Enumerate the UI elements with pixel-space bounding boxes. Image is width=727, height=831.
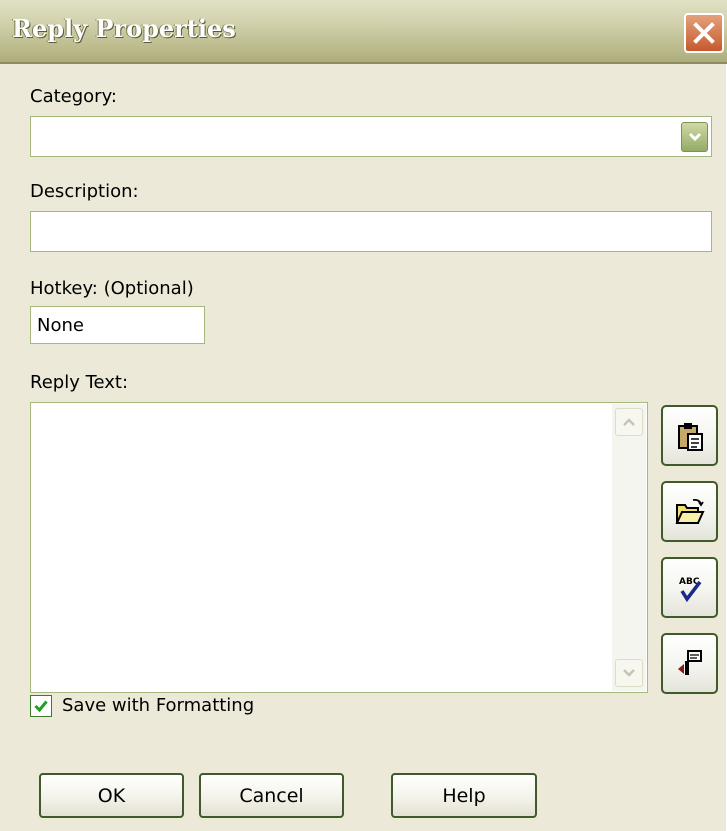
vertical-scrollbar[interactable] <box>612 404 646 691</box>
reply-properties-dialog: Reply Properties Category: Description: … <box>0 0 727 831</box>
open-file-button[interactable] <box>661 481 718 542</box>
ok-button[interactable]: OK <box>39 773 184 818</box>
hotkey-label: Hotkey: (Optional) <box>30 278 194 299</box>
chevron-down-icon <box>623 669 635 677</box>
title-bar[interactable]: Reply Properties <box>0 0 727 64</box>
spell-check-button[interactable]: ABC <box>661 557 718 618</box>
description-input[interactable] <box>31 212 711 251</box>
save-formatting-checkbox[interactable] <box>30 695 52 717</box>
description-field[interactable] <box>30 211 712 252</box>
close-button[interactable] <box>684 13 724 53</box>
window-title: Reply Properties <box>12 14 236 43</box>
insert-field-icon <box>677 649 702 675</box>
chevron-up-icon <box>623 418 635 426</box>
reply-text-label: Reply Text: <box>30 372 129 393</box>
category-label: Category: <box>30 86 117 107</box>
category-dropdown[interactable] <box>30 116 712 157</box>
paste-icon <box>677 422 703 451</box>
save-formatting-label[interactable]: Save with Formatting <box>62 695 254 716</box>
spell-check-icon: ABC <box>679 577 701 602</box>
category-dropdown-button[interactable] <box>681 122 708 152</box>
chevron-down-icon <box>688 132 701 142</box>
checkmark-icon <box>34 700 48 713</box>
cancel-button[interactable]: Cancel <box>199 773 344 818</box>
paste-button[interactable] <box>661 405 718 466</box>
close-icon <box>693 22 715 44</box>
scroll-down-button[interactable] <box>615 659 643 687</box>
open-folder-icon <box>674 498 705 524</box>
reply-text-area[interactable] <box>30 402 648 693</box>
hotkey-input[interactable] <box>31 307 204 343</box>
insert-field-button[interactable] <box>661 633 718 694</box>
category-input[interactable] <box>31 117 711 156</box>
scroll-up-button[interactable] <box>615 408 643 436</box>
description-label: Description: <box>30 181 139 202</box>
hotkey-field[interactable] <box>30 306 205 344</box>
help-button[interactable]: Help <box>391 773 537 818</box>
